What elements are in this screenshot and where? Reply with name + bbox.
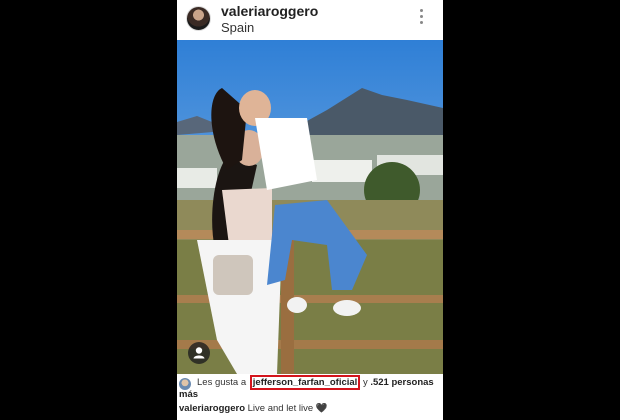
likes-count[interactable]: .521 personas — [370, 377, 433, 388]
likes-connector: y — [362, 377, 368, 388]
user-tag-icon[interactable] — [188, 342, 210, 364]
post-username[interactable]: valeriaroggero — [221, 3, 318, 19]
profile-avatar[interactable] — [186, 6, 211, 31]
post-header: valeriaroggero Spain — [177, 0, 443, 40]
likes-line: Les gusta a jefferson_farfan_oficial y .… — [197, 375, 434, 390]
post-photo[interactable] — [177, 40, 443, 374]
post-caption: valeriaroggero Live and let live 🖤 — [179, 403, 328, 414]
likes-prefix: Les gusta a — [197, 377, 247, 388]
liker-username[interactable]: jefferson_farfan_oficial — [249, 375, 361, 390]
likes-section: Les gusta a jefferson_farfan_oficial y .… — [177, 374, 443, 400]
more-options-icon[interactable] — [416, 9, 426, 29]
instagram-post: valeriaroggero Spain Les gusta a jeffers… — [177, 0, 443, 420]
caption-username[interactable]: valeriaroggero — [179, 403, 245, 414]
post-location[interactable]: Spain — [221, 20, 254, 35]
likes-suffix[interactable]: más — [179, 389, 198, 400]
heart-icon: 🖤 — [315, 403, 328, 414]
caption-text: Live and let live — [247, 403, 314, 414]
